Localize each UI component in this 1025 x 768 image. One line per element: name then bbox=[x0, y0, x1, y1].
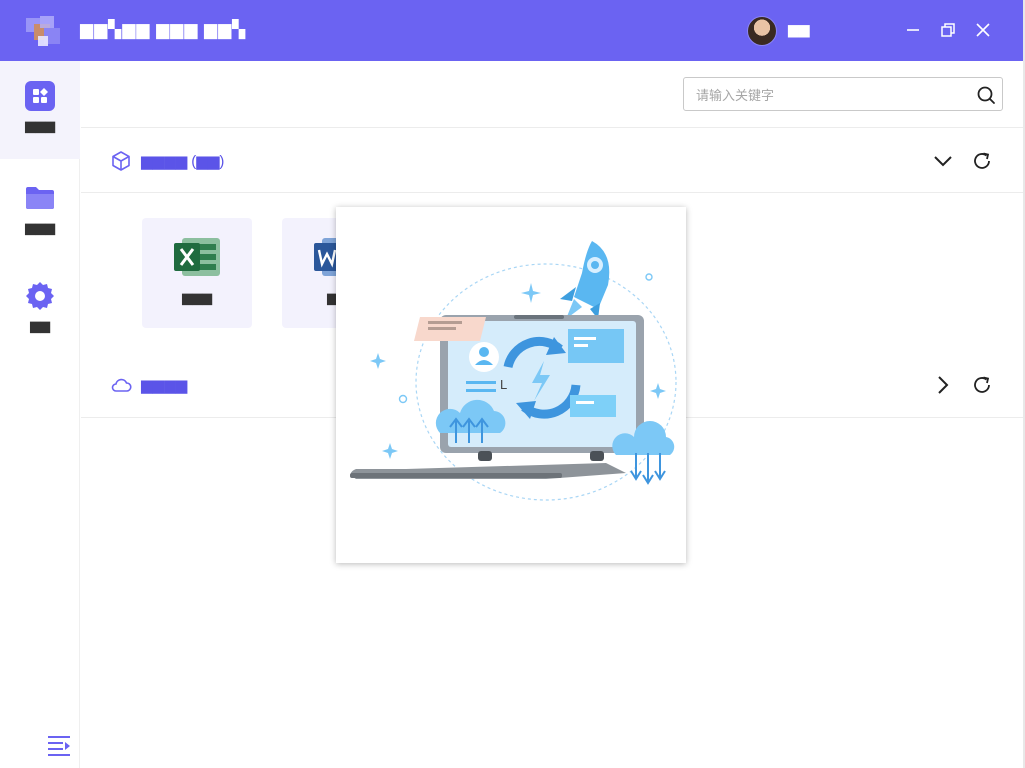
sidebar-item-label: ▆▆ bbox=[30, 318, 50, 333]
app-tile-excel[interactable]: ▆▆▆ bbox=[142, 218, 252, 328]
search-input[interactable] bbox=[696, 85, 966, 105]
loading-text: L bbox=[500, 377, 508, 392]
folder-icon bbox=[26, 187, 54, 209]
minimize-icon bbox=[907, 29, 919, 31]
search-icon[interactable] bbox=[976, 85, 996, 105]
refresh-icon[interactable] bbox=[971, 150, 993, 172]
restore-button[interactable] bbox=[937, 19, 959, 41]
laptop-sync-rocket-illustration bbox=[350, 241, 677, 501]
user-name[interactable]: ▆▆ bbox=[788, 21, 810, 38]
gear-icon bbox=[26, 282, 54, 310]
app-logo-icon bbox=[26, 16, 60, 46]
app-title: ▆▆▚▆▆ ▆▆▆ ▆▆▚ bbox=[80, 20, 247, 39]
refresh-icon[interactable] bbox=[971, 374, 993, 396]
divider bbox=[81, 192, 1023, 193]
excel-icon bbox=[174, 238, 220, 276]
cloud-icon bbox=[111, 378, 132, 392]
user-avatar[interactable] bbox=[747, 16, 777, 46]
title-bar[interactable]: ▆▆▚▆▆ ▆▆▆ ▆▆▚ ▆▆ bbox=[0, 0, 1023, 61]
loading-dialog: L bbox=[336, 207, 686, 563]
sidebar-item-label: ▆▆▆ bbox=[25, 220, 55, 235]
restore-icon bbox=[941, 23, 955, 37]
section-title: ▆▆▆▆ (▆▆) bbox=[141, 153, 225, 170]
search-box[interactable] bbox=[683, 77, 1003, 111]
section-title: ▆▆▆▆ bbox=[141, 377, 188, 394]
tile-label: ▆▆▆ bbox=[182, 290, 212, 305]
close-icon bbox=[976, 23, 990, 37]
close-button[interactable] bbox=[972, 19, 994, 41]
divider bbox=[81, 127, 1023, 128]
chevron-down-icon[interactable] bbox=[932, 150, 954, 172]
sidebar-item-label: ▆▆▆ bbox=[25, 118, 55, 133]
sidebar-item-settings[interactable]: ▆▆ bbox=[0, 261, 80, 359]
chevron-right-icon[interactable] bbox=[932, 374, 954, 396]
sidebar: ▆▆▆ ▆▆▆ ▆▆ bbox=[0, 61, 80, 768]
menu-expand-icon[interactable] bbox=[47, 734, 71, 756]
sidebar-item-files[interactable]: ▆▆▆ bbox=[0, 163, 80, 261]
app-window: ▆▆▚▆▆ ▆▆▆ ▆▆▚ ▆▆ ▆▆▆ ▆▆▆ ▆▆ 请输入关键字 ▆▆▆▆ … bbox=[0, 0, 1023, 768]
sidebar-item-apps[interactable]: ▆▆▆ bbox=[0, 61, 80, 159]
apps-grid-icon bbox=[25, 81, 55, 111]
cube-icon bbox=[112, 151, 130, 171]
minimize-button[interactable] bbox=[902, 19, 924, 41]
section-header-local[interactable]: ▆▆▆▆ (▆▆) bbox=[81, 141, 1023, 181]
